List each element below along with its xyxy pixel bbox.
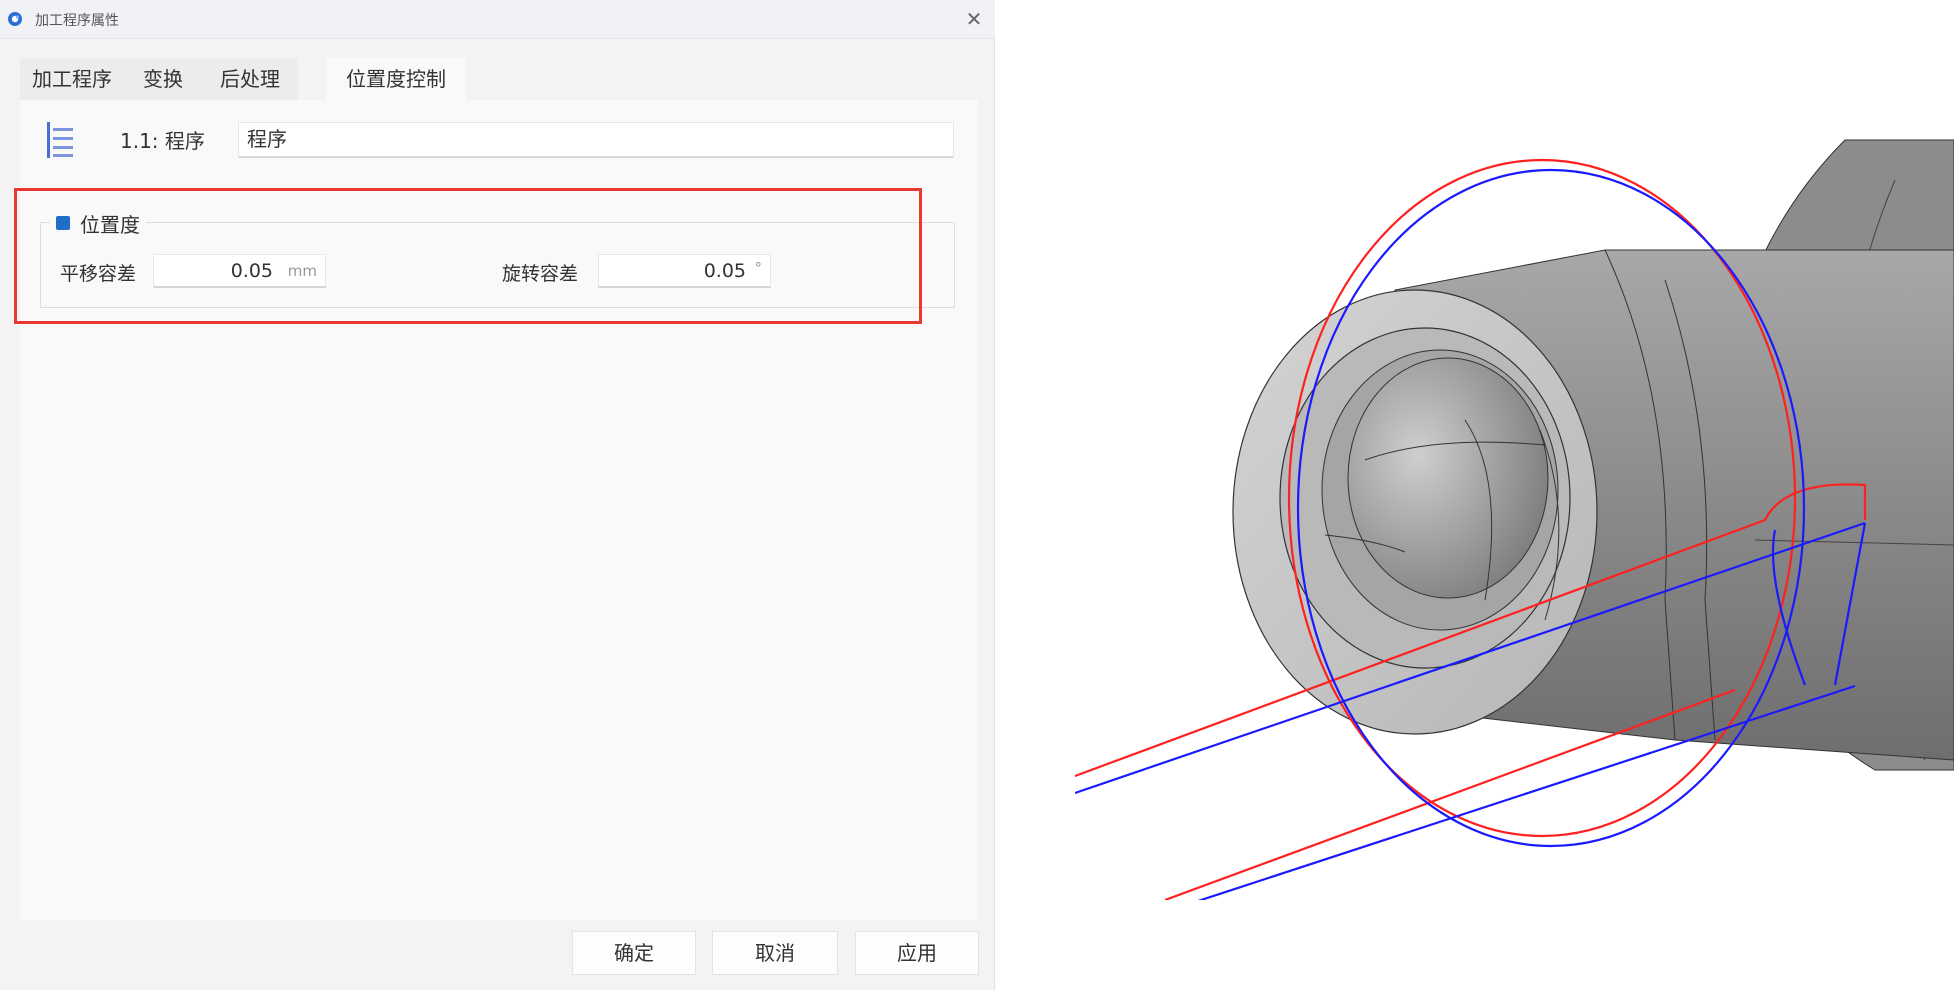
program-name-input[interactable]: 程序 (238, 122, 954, 158)
apply-button[interactable]: 应用 (855, 931, 979, 975)
position-checkbox[interactable] (56, 216, 70, 230)
machined-part (1232, 139, 1954, 771)
close-icon: ✕ (965, 7, 983, 31)
rotation-tolerance-input[interactable]: 0.05 ° (598, 254, 771, 288)
dialog-title: 加工程序属性 (35, 13, 119, 29)
tab-label: 加工程序 (32, 67, 112, 91)
title-bar: 加工程序属性 ✕ (0, 0, 995, 39)
cancel-button[interactable]: 取消 (712, 931, 838, 975)
rotation-tolerance-value: 0.05 (703, 260, 746, 282)
position-group-header: 位置度 (50, 208, 146, 238)
position-group-title: 位置度 (80, 212, 140, 237)
translation-tolerance-input[interactable]: 0.05 mm (153, 254, 326, 288)
apply-button-label: 应用 (897, 941, 937, 965)
tab-label: 变换 (143, 67, 183, 91)
close-button[interactable]: ✕ (959, 4, 989, 34)
tab-machining-program[interactable]: 加工程序 (20, 58, 124, 100)
rotation-tolerance-unit: ° (754, 259, 763, 277)
ok-button-label: 确定 (614, 941, 654, 965)
translation-tolerance-value: 0.05 (230, 260, 273, 282)
tab-label: 位置度控制 (346, 67, 446, 91)
cancel-button-label: 取消 (755, 941, 795, 965)
program-label: 1.1: 程序 (120, 129, 205, 153)
translation-tolerance-unit: mm (287, 262, 317, 280)
tab-transform[interactable]: 变换 (124, 58, 202, 100)
tab-label: 后处理 (220, 67, 280, 91)
rotation-tolerance-label: 旋转容差 (502, 263, 579, 285)
ok-button[interactable]: 确定 (572, 931, 696, 975)
tab-position-control[interactable]: 位置度控制 (326, 58, 466, 100)
3d-model-viewport[interactable] (1075, 100, 1954, 900)
program-list-icon (47, 122, 73, 158)
machining-program-properties-dialog: 加工程序属性 ✕ 加工程序 变换 后处理 位置度控制 1.1: 程序 程序 位置… (0, 0, 995, 990)
app-logo-icon (8, 12, 22, 26)
translation-tolerance-label: 平移容差 (60, 263, 137, 285)
tab-post-processing[interactable]: 后处理 (202, 58, 298, 100)
